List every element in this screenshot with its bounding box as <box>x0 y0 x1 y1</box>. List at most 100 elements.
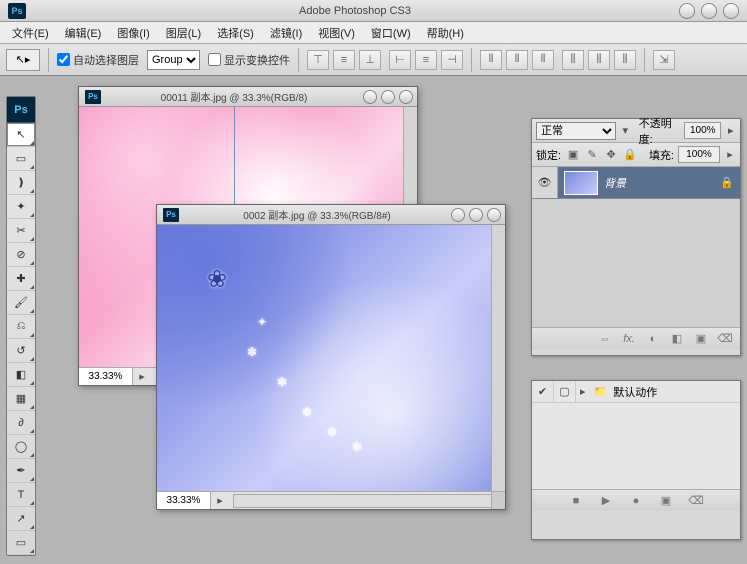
menu-layer[interactable]: 图层(L) <box>160 23 207 43</box>
doc1-zoom-field[interactable]: 33.33% <box>79 368 133 385</box>
action-set-default[interactable]: ✔ ▢ ▸ 📁 默认动作 <box>532 381 740 403</box>
distribute-top-icon[interactable]: ⫴ <box>480 50 502 70</box>
document-window-2[interactable]: Ps 0002 副本.jpg @ 33.3%(RGB/8#) ✽ ✽ ✽ ✽ ✽… <box>156 204 506 510</box>
blend-mode-chevron-icon[interactable]: ▾ <box>620 124 631 137</box>
doc2-horizontal-scrollbar[interactable] <box>233 494 501 508</box>
layer-item-background[interactable]: 👁 背景 🔒 <box>532 167 740 199</box>
blur-tool[interactable]: ∂ <box>7 411 35 435</box>
action-dialog-toggle[interactable]: ▢ <box>554 381 576 402</box>
menu-view[interactable]: 视图(V) <box>312 23 361 43</box>
dodge-tool[interactable]: ◯ <box>7 435 35 459</box>
current-tool-icon[interactable]: ↖▸ <box>6 49 40 71</box>
doc1-close-button[interactable] <box>399 90 413 104</box>
distribute-bottom-icon[interactable]: ⫴ <box>532 50 554 70</box>
delete-layer-icon[interactable]: ⌫ <box>716 332 734 345</box>
new-layer-icon[interactable]: ▣ <box>692 332 710 345</box>
fill-chevron-icon[interactable]: ▸ <box>724 148 736 161</box>
distribute-vcenter-icon[interactable]: ⫴ <box>506 50 528 70</box>
lasso-tool[interactable]: ❫ <box>7 171 35 195</box>
auto-select-checkbox[interactable]: 自动选择图层 <box>57 52 139 68</box>
move-tool[interactable]: ↖ <box>7 123 35 147</box>
flyout-indicator-icon <box>30 333 34 337</box>
layer-mask-icon[interactable]: ◐ <box>644 333 662 345</box>
pen-tool[interactable]: ✒ <box>7 459 35 483</box>
link-layers-icon[interactable]: ⇔ <box>596 333 614 345</box>
slice-tool[interactable]: ⊘ <box>7 243 35 267</box>
maximize-button[interactable] <box>701 3 717 19</box>
lock-all-icon[interactable]: 🔒 <box>622 147 638 163</box>
layer-name[interactable]: 背景 <box>604 175 720 191</box>
brush-tool[interactable]: 🖌 <box>7 291 35 315</box>
menu-filter[interactable]: 滤镜(I) <box>264 23 308 43</box>
doc2-status-menu-icon[interactable]: ▸ <box>211 494 229 507</box>
menu-window[interactable]: 窗口(W) <box>365 23 417 43</box>
action-expand-icon[interactable]: ▸ <box>576 385 590 398</box>
lock-position-icon[interactable]: ✥ <box>603 147 619 163</box>
menu-select[interactable]: 选择(S) <box>211 23 260 43</box>
align-hcenter-icon[interactable]: ≡ <box>415 50 437 70</box>
doc1-titlebar[interactable]: Ps 00011 副本.jpg @ 33.3%(RGB/8) <box>79 87 417 107</box>
adjustment-layer-icon[interactable]: ◧ <box>668 332 686 345</box>
doc1-minimize-button[interactable] <box>363 90 377 104</box>
distribute-right-icon[interactable]: ⫼ <box>614 50 636 70</box>
auto-align-icon[interactable]: ⇲ <box>653 50 675 70</box>
flyout-indicator-icon <box>30 477 34 481</box>
stamp-tool[interactable]: ⎌ <box>7 315 35 339</box>
doc2-zoom-field[interactable]: 33.33% <box>157 492 211 509</box>
doc2-resize-grip[interactable] <box>491 491 505 509</box>
layer-visibility-icon[interactable]: 👁 <box>532 167 558 198</box>
healing-brush-tool[interactable]: ✚ <box>7 267 35 291</box>
new-action-icon[interactable]: ▣ <box>657 494 675 507</box>
fill-field[interactable]: 100% <box>678 146 720 163</box>
doc2-close-button[interactable] <box>487 208 501 222</box>
action-toggle-checkbox[interactable]: ✔ <box>532 381 554 402</box>
close-button[interactable] <box>723 3 739 19</box>
toolbox: Ps ↖▭❫✦✂⊘✚🖌⎌↺◧▦∂◯✒T↗▭ <box>6 96 36 556</box>
history-brush-tool[interactable]: ↺ <box>7 339 35 363</box>
delete-action-icon[interactable]: ⌫ <box>687 494 705 507</box>
menu-image[interactable]: 图像(I) <box>111 23 155 43</box>
doc2-minimize-button[interactable] <box>451 208 465 222</box>
doc2-maximize-button[interactable] <box>469 208 483 222</box>
menu-help[interactable]: 帮助(H) <box>421 23 470 43</box>
flyout-indicator-icon <box>30 285 34 289</box>
distribute-left-icon[interactable]: ⫼ <box>562 50 584 70</box>
menu-edit[interactable]: 编辑(E) <box>59 23 108 43</box>
auto-select-target-select[interactable]: Group <box>147 50 200 70</box>
actions-list: ✔ ▢ ▸ 📁 默认动作 <box>532 381 740 489</box>
doc1-maximize-button[interactable] <box>381 90 395 104</box>
align-bottom-icon[interactable]: ⊥ <box>359 50 381 70</box>
layer-fx-icon[interactable]: fx. <box>620 333 638 345</box>
layer-thumbnail[interactable] <box>564 171 598 195</box>
gradient-tool[interactable]: ▦ <box>7 387 35 411</box>
align-left-icon[interactable]: ⊢ <box>389 50 411 70</box>
auto-select-input[interactable] <box>57 53 70 66</box>
record-action-icon[interactable]: ● <box>627 495 645 507</box>
play-action-icon[interactable]: ▶ <box>597 494 615 507</box>
stop-action-icon[interactable]: ■ <box>567 495 585 507</box>
show-transform-checkbox[interactable]: 显示变换控件 <box>208 52 290 68</box>
shape-tool[interactable]: ▭ <box>7 531 35 555</box>
menu-file[interactable]: 文件(E) <box>6 23 55 43</box>
lock-pixels-icon[interactable]: ✎ <box>584 147 600 163</box>
distribute-hcenter-icon[interactable]: ⫼ <box>588 50 610 70</box>
align-vcenter-icon[interactable]: ≡ <box>333 50 355 70</box>
doc2-vertical-scrollbar[interactable] <box>491 225 505 491</box>
crop-tool[interactable]: ✂ <box>7 219 35 243</box>
opacity-field[interactable]: 100% <box>684 122 721 139</box>
opacity-chevron-icon[interactable]: ▸ <box>725 124 736 137</box>
show-transform-input[interactable] <box>208 53 221 66</box>
minimize-button[interactable] <box>679 3 695 19</box>
type-tool[interactable]: T <box>7 483 35 507</box>
marquee-tool[interactable]: ▭ <box>7 147 35 171</box>
doc1-status-menu-icon[interactable]: ▸ <box>133 370 151 383</box>
path-select-tool[interactable]: ↗ <box>7 507 35 531</box>
eraser-tool[interactable]: ◧ <box>7 363 35 387</box>
align-right-icon[interactable]: ⊣ <box>441 50 463 70</box>
magic-wand-tool[interactable]: ✦ <box>7 195 35 219</box>
lock-transparency-icon[interactable]: ▣ <box>565 147 581 163</box>
doc2-canvas[interactable]: ✽ ✽ ✽ ✽ ✽ ✦ ❀ <box>157 225 491 491</box>
doc2-titlebar[interactable]: Ps 0002 副本.jpg @ 33.3%(RGB/8#) <box>157 205 505 225</box>
align-top-icon[interactable]: ⊤ <box>307 50 329 70</box>
blend-mode-select[interactable]: 正常 <box>536 122 616 140</box>
